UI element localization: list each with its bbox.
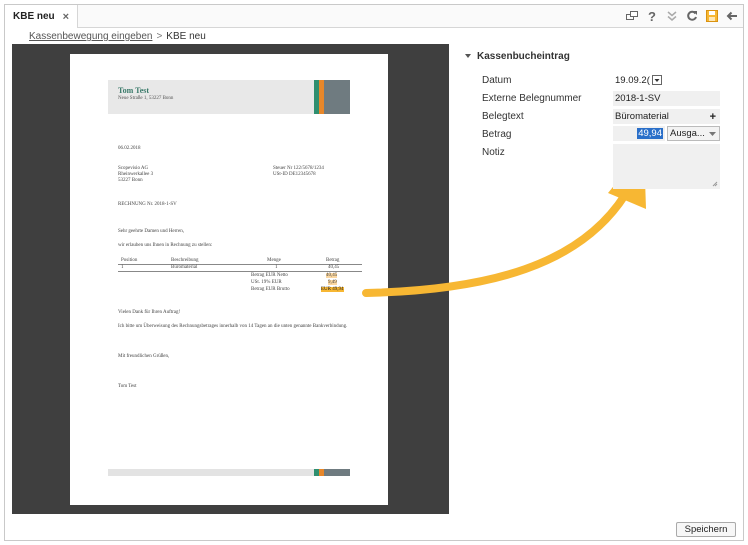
payment-request: Ich bitte um Überweisung des Rechnungsbe…	[118, 324, 348, 329]
save-icon[interactable]	[705, 8, 719, 24]
breadcrumb: Kassenbewegung eingeben > KBE neu	[29, 31, 206, 42]
notiz-label: Notiz	[482, 147, 505, 158]
recipient-line: 53227 Bonn	[118, 178, 143, 183]
sender-address: Neue Straße 1, 53227 Bonn	[118, 96, 174, 101]
belegnummer-value: 2018-1-SV	[615, 93, 661, 104]
tab-kbe-neu[interactable]: KBE neu ×	[5, 5, 79, 28]
section-title: Kassenbucheintrag	[477, 51, 570, 62]
betrag-value: 49,94	[637, 128, 663, 139]
sum-label: Betrag EUR Brutto	[251, 287, 290, 292]
app-window: KBE neu × ? Kassenbewegung eingeben > KB…	[4, 4, 744, 541]
chevron-down-icon[interactable]	[709, 132, 716, 136]
recipient-line: Rheinwerkallee 3	[118, 172, 154, 177]
resize-handle-icon[interactable]	[712, 181, 718, 187]
table-rule	[118, 264, 362, 265]
col-amount: Betrag	[326, 258, 340, 263]
cell-description: Büromaterial	[171, 265, 198, 270]
greeting: Sehr geehrte Damen und Herren,	[118, 229, 184, 234]
closing-text: Mit freundlichen Grüßen,	[118, 354, 170, 359]
refresh-icon[interactable]	[685, 8, 699, 24]
beleg-label: Externe Belegnummer	[482, 93, 582, 104]
calendar-icon[interactable]	[652, 75, 662, 85]
tax-number: Steuer Nr 122/5678/1234	[273, 166, 324, 171]
cell-position: 1	[121, 265, 124, 270]
invoice-page: Tom Test Neue Straße 1, 53227 Bonn 06.02…	[70, 54, 388, 505]
cell-quantity: 1	[275, 265, 278, 270]
form-panel: Kassenbucheintrag	[465, 51, 735, 62]
double-chevron-icon[interactable]	[665, 8, 679, 24]
intro-text: wir erlauben uns Ihnen in Rechnung zu st…	[118, 243, 213, 248]
col-quantity: Menge	[267, 258, 281, 263]
notiz-textarea[interactable]	[613, 144, 720, 189]
breadcrumb-current: KBE neu	[166, 31, 206, 42]
datum-value: 19.09.2(	[615, 75, 650, 86]
recipient-line: Scopevisio AG	[118, 166, 149, 171]
close-icon[interactable]: ×	[63, 11, 69, 23]
breadcrumb-parent-link[interactable]: Kassenbewegung eingeben	[29, 31, 152, 42]
sum-value: 9,49	[328, 280, 337, 285]
save-button[interactable]: Speichern	[676, 522, 736, 537]
add-icon[interactable]: +	[710, 111, 716, 123]
svg-text:?: ?	[648, 10, 656, 23]
toolbar: ?	[625, 8, 739, 24]
col-description: Beschreibung	[171, 258, 199, 263]
belegtext-label: Belegtext	[482, 111, 524, 122]
invoice-footer	[108, 469, 350, 476]
tab-bar: KBE neu × ?	[5, 5, 743, 28]
datum-label: Datum	[482, 75, 512, 86]
cell-amount: 40,45	[328, 265, 340, 270]
window-icon[interactable]	[625, 8, 639, 24]
table-rule	[118, 271, 362, 272]
brand-stripe-gray	[324, 80, 350, 114]
help-icon[interactable]: ?	[645, 8, 659, 24]
betrag-type-select[interactable]: Ausga...	[667, 126, 720, 141]
sender-name: Tom Test	[118, 86, 150, 95]
section-header[interactable]: Kassenbucheintrag	[465, 51, 735, 62]
col-position: Position	[121, 258, 138, 263]
signature: Tom Test	[118, 384, 137, 389]
invoice-header: Tom Test Neue Straße 1, 53227 Bonn	[108, 80, 350, 114]
betrag-label: Betrag	[482, 129, 512, 140]
invoice-date: 06.02.2018	[118, 146, 141, 151]
thanks-text: Vielen Dank für Ihren Auftrag!	[118, 310, 181, 315]
tab-label: KBE neu	[13, 11, 55, 22]
betrag-type-value: Ausga...	[670, 128, 705, 139]
betrag-field[interactable]: 49,94	[613, 126, 665, 141]
sum-label: USt. 19% EUR	[251, 280, 282, 285]
belegnummer-field[interactable]: 2018-1-SV	[613, 91, 720, 106]
gross-total-highlight: EUR 49,94	[321, 287, 344, 292]
sum-value: 40,45	[326, 273, 338, 278]
datum-field[interactable]: 19.09.2(	[613, 73, 663, 88]
sum-label: Betrag EUR Netto	[251, 273, 288, 278]
back-arrow-icon[interactable]	[725, 8, 739, 24]
belegtext-field[interactable]: Büromaterial +	[613, 109, 720, 124]
vat-id: USt-ID DE12345678	[273, 172, 316, 177]
breadcrumb-separator: >	[156, 31, 163, 42]
invoice-number: RECHNUNG Nr. 2018-1-SV	[118, 202, 177, 207]
belegtext-value: Büromaterial	[615, 111, 669, 122]
collapse-triangle-icon[interactable]	[465, 54, 471, 59]
